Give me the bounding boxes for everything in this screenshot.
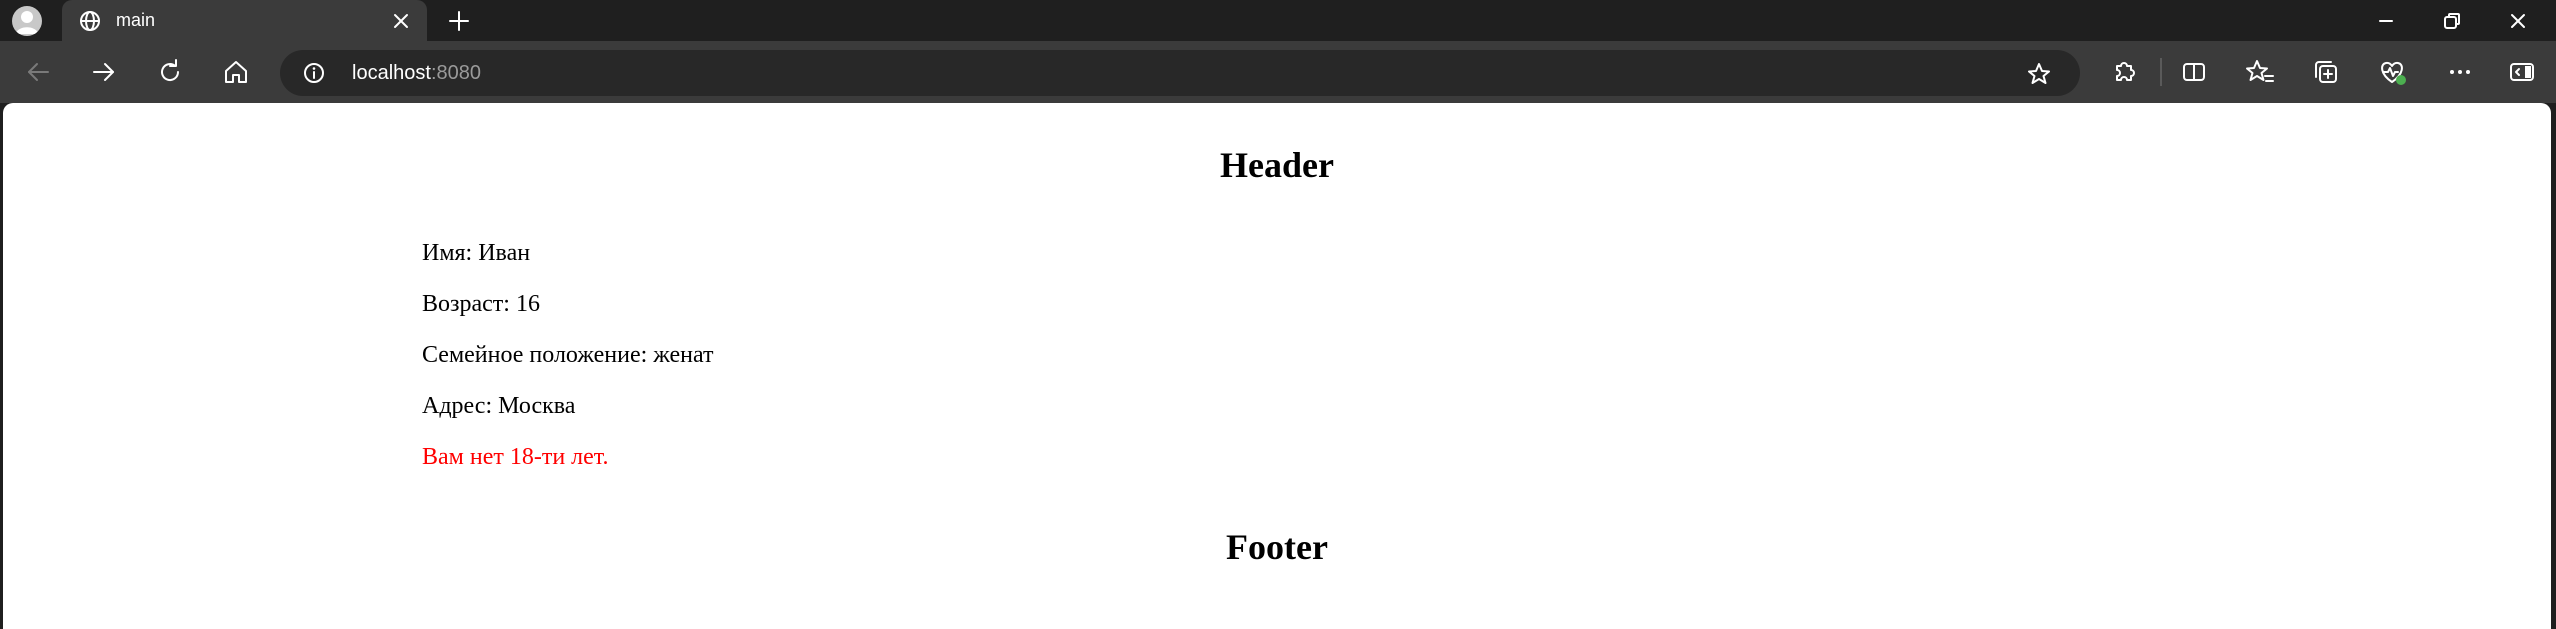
address-field: Адрес: Москва	[422, 393, 576, 419]
url-host: localhost	[352, 62, 431, 84]
collections-icon[interactable]	[2310, 56, 2342, 88]
page-viewport: Header Имя: Иван Возраст: 16 Семейное по…	[3, 103, 2551, 629]
title-bar: main	[0, 0, 2556, 41]
age-warning: Вам нет 18-ти лет.	[422, 444, 609, 470]
browser-toolbar: localhost:8080	[0, 41, 2556, 103]
back-arrow-icon[interactable]	[22, 56, 54, 88]
tab-main[interactable]: main	[62, 0, 427, 41]
home-icon[interactable]	[220, 56, 252, 88]
favorites-icon[interactable]	[2244, 56, 2276, 88]
page-footer: Footer	[1226, 527, 1328, 567]
star-icon[interactable]	[2025, 60, 2053, 88]
minimize-icon[interactable]	[2370, 5, 2402, 37]
address-bar[interactable]: localhost:8080	[280, 50, 2080, 96]
page-header: Header	[1220, 145, 1334, 185]
url-port: :8080	[430, 62, 481, 84]
close-icon[interactable]	[390, 10, 412, 32]
info-icon[interactable]	[302, 61, 326, 85]
toolbar-divider	[2160, 58, 2162, 86]
more-icon[interactable]	[2444, 56, 2476, 88]
close-icon[interactable]	[2502, 5, 2534, 37]
refresh-icon[interactable]	[154, 56, 186, 88]
sidebar-icon[interactable]	[2506, 56, 2538, 88]
restore-icon[interactable]	[2436, 5, 2468, 37]
name-field: Имя: Иван	[422, 240, 531, 266]
tab-title: main	[116, 10, 156, 30]
forward-arrow-icon[interactable]	[88, 56, 120, 88]
split-screen-icon[interactable]	[2178, 56, 2210, 88]
url-text[interactable]: localhost:8080	[352, 62, 481, 84]
globe-icon	[80, 11, 100, 31]
age-field: Возраст: 16	[422, 291, 540, 317]
profile-avatar-icon[interactable]	[12, 6, 42, 36]
puzzle-icon[interactable]	[2108, 56, 2140, 88]
heart-pulse-icon[interactable]	[2376, 56, 2408, 88]
plus-icon[interactable]	[446, 8, 472, 34]
marital-status-field: Семейное положение: женат	[422, 342, 714, 368]
